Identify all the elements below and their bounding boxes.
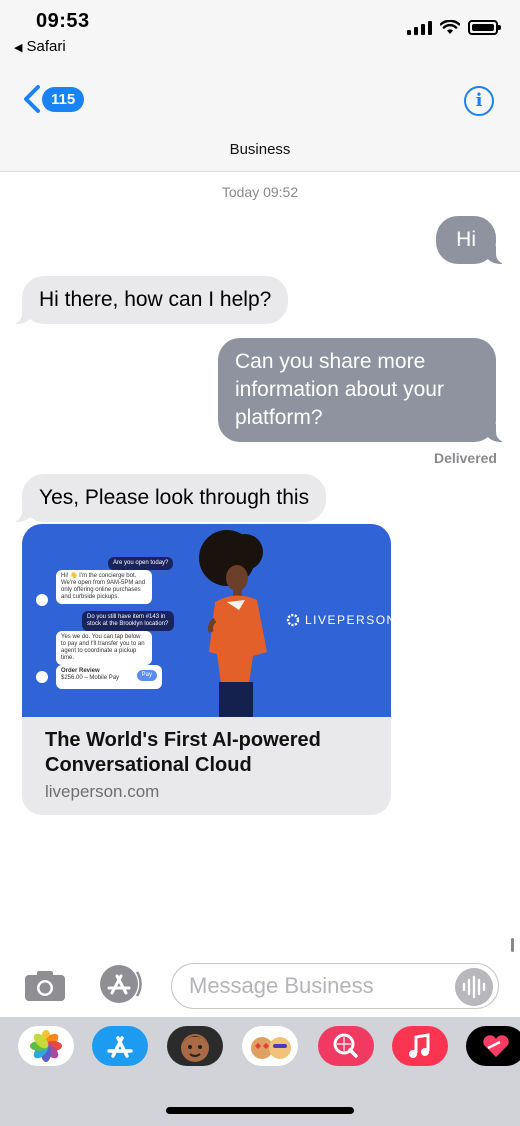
message-text: Hi there, how can I help? [39, 288, 272, 311]
conversation-timestamp: Today 09:52 [221, 184, 299, 200]
pay-chip: Pay [136, 670, 157, 681]
liveperson-logo: LIVEPERSON [286, 613, 391, 627]
link-preview-card[interactable]: Are you open today? Hi! 👋 I'm the concie… [22, 524, 391, 815]
conversations-back-button[interactable]: 115 [22, 84, 85, 114]
wifi-icon [440, 20, 460, 34]
message-text: Can you share more information about you… [235, 350, 444, 429]
app-store-icon[interactable] [97, 964, 143, 1004]
back-triangle-icon: ◀ [14, 42, 23, 54]
liveperson-wordmark: LIVEPERSON [305, 613, 391, 627]
composer-bar: Message Business [0, 958, 520, 1016]
memoji-app-icon[interactable] [167, 1026, 223, 1066]
link-preview-title: The World's First AI-powered Conversatio… [45, 729, 321, 776]
back-app-label: Safari [26, 38, 66, 55]
bot-avatar-icon [36, 594, 48, 606]
images-search-app-icon[interactable] [318, 1026, 374, 1066]
battery-icon [468, 20, 501, 35]
system-status-icons [407, 20, 501, 35]
preview-chat-bubble: Hi! 👋 I'm the concierge bot. We're open … [56, 570, 152, 604]
app-store-app-icon[interactable] [92, 1026, 148, 1066]
photos-app-icon[interactable] [18, 1026, 74, 1066]
digital-touch-app-icon[interactable] [466, 1026, 520, 1066]
message-input[interactable]: Message Business [171, 963, 499, 1009]
liveperson-gear-icon [286, 613, 300, 627]
back-to-app-link[interactable]: ◀ Safari [14, 38, 66, 55]
cellular-signal-icon [407, 20, 432, 35]
contact-name[interactable]: Business [0, 141, 520, 158]
preview-chat-bubble: Are you open today? [108, 557, 174, 570]
music-app-icon[interactable] [392, 1026, 448, 1066]
message-text: Hi [456, 228, 476, 251]
preview-chat-bubble: Do you still have item #143 in stock at … [82, 611, 174, 631]
bot-avatar-icon [36, 671, 48, 683]
scroll-indicator[interactable] [511, 938, 514, 952]
message-text: Yes, Please look through this [39, 486, 310, 509]
delivery-status: Delivered [433, 450, 497, 466]
navigation-header: 09:53 ◀ Safari 115 i Business [0, 0, 520, 172]
incoming-message-bubble[interactable]: Hi there, how can I help? [9, 276, 289, 324]
outgoing-message-bubble[interactable]: Can you share more information about you… [218, 338, 508, 442]
outgoing-message-bubble[interactable]: Hi [436, 216, 508, 264]
incoming-message-bubble[interactable]: Yes, Please look through this [9, 474, 327, 522]
info-button[interactable]: i [464, 86, 494, 116]
memoji-stickers-app-icon[interactable] [242, 1026, 298, 1066]
chevron-left-icon [24, 85, 40, 113]
link-preview-domain: liveperson.com [45, 782, 160, 801]
home-indicator[interactable] [166, 1107, 354, 1114]
person-illustration [199, 530, 267, 717]
order-review-card: Order Review $256.00 – Mobile Pay Pay [56, 665, 162, 689]
camera-icon[interactable] [24, 970, 66, 1002]
unread-count-badge: 115 [42, 86, 85, 112]
preview-chat-bubble: Yes we do. You can tap below to pay and … [56, 631, 152, 665]
audio-message-icon[interactable] [455, 968, 493, 1006]
link-preview-image: Are you open today? Hi! 👋 I'm the concie… [22, 524, 391, 717]
status-time: 09:53 [36, 10, 90, 32]
